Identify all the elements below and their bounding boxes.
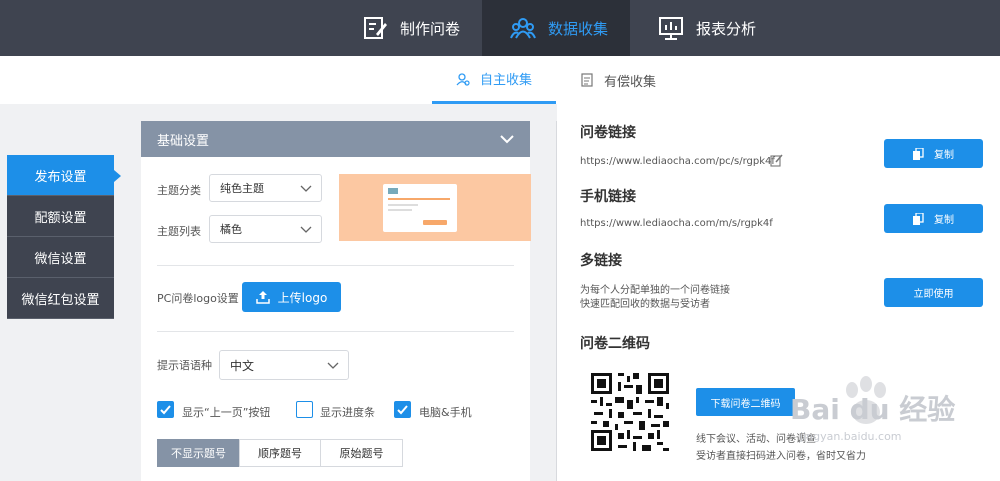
language-select[interactable]: 中文 xyxy=(219,350,349,380)
menu-label: 微信设置 xyxy=(34,251,87,267)
user-search-icon xyxy=(456,72,470,86)
tab-label: 自主收集 xyxy=(479,73,532,88)
divider xyxy=(157,331,514,332)
seg-label: 顺序题号 xyxy=(258,447,302,460)
survey-link-url[interactable]: https://www.lediaocha.com/pc/s/rgpk4f xyxy=(580,156,775,167)
upload-label: 上传logo xyxy=(277,290,328,305)
show-prev-button-checkbox[interactable] xyxy=(157,401,174,418)
mobile-link-title: 手机链接 xyxy=(580,189,636,205)
chevron-down-icon xyxy=(327,362,339,369)
divider xyxy=(157,265,514,266)
menu-item-quota-settings[interactable]: 配额设置 xyxy=(7,196,114,237)
use-now-label: 立即使用 xyxy=(913,289,954,300)
chart-board-icon xyxy=(659,17,683,40)
copy-icon xyxy=(913,147,924,160)
edit-icon[interactable] xyxy=(770,154,783,167)
theme-category-select[interactable]: 纯色主题 xyxy=(209,174,322,202)
show-progress-checkbox[interactable] xyxy=(296,401,313,418)
show-prev-button-label: 显示“上一页”按钮 xyxy=(182,406,271,419)
basic-settings-panel: 基础设置 主题分类 纯色主题 主题列表 橘色 PC问卷logo设置 上传logo… xyxy=(141,121,531,481)
copy-label: 复制 xyxy=(934,150,954,161)
document-icon xyxy=(581,73,593,87)
edit-form-icon xyxy=(364,17,387,39)
use-now-button[interactable]: 立即使用 xyxy=(884,278,983,307)
copy-survey-link-button[interactable]: 复制 xyxy=(884,139,983,168)
tab-label: 有偿收集 xyxy=(604,74,657,90)
tab-self-collect[interactable]: 自主收集 xyxy=(432,56,556,104)
qr-code-title: 问卷二维码 xyxy=(580,336,650,352)
preview-line xyxy=(388,204,418,206)
select-value: 中文 xyxy=(230,358,255,373)
menu-label: 配额设置 xyxy=(34,210,87,226)
show-progress-label: 显示进度条 xyxy=(320,406,375,419)
basic-settings-header[interactable]: 基础设置 xyxy=(141,121,530,157)
multi-link-desc: 快速匹配回收的数据与受访者 xyxy=(580,299,710,310)
multi-link-desc: 为每个人分配单独的一个问卷链接 xyxy=(580,285,730,296)
top-navigation-bar: 制作问卷 数据收集 报表分析 xyxy=(0,0,1000,56)
qr-code-image xyxy=(591,373,669,451)
select-value: 纯色主题 xyxy=(220,182,264,195)
theme-list-label: 主题列表 xyxy=(157,225,201,238)
menu-item-wechat-settings[interactable]: 微信设置 xyxy=(7,237,114,278)
menu-label: 微信红包设置 xyxy=(21,292,100,308)
pc-logo-label: PC问卷logo设置 xyxy=(157,292,239,305)
theme-preview-image xyxy=(339,174,531,241)
preview-button xyxy=(423,220,447,225)
menu-label: 发布设置 xyxy=(34,169,87,185)
copy-label: 复制 xyxy=(934,215,954,226)
preview-bar xyxy=(388,198,450,200)
language-label: 提示语语种 xyxy=(157,359,212,372)
preview-line xyxy=(388,209,412,211)
panel-title: 基础设置 xyxy=(157,133,210,149)
preview-logo xyxy=(388,188,398,194)
numbering-original-button[interactable]: 原始题号 xyxy=(320,439,403,467)
watermark-subtext: jingyan.baidu.com xyxy=(800,430,902,443)
nav-label: 制作问卷 xyxy=(400,19,461,38)
menu-item-wechat-redpacket-settings[interactable]: 微信红包设置 xyxy=(7,278,114,319)
mobile-link-url[interactable]: https://www.lediaocha.com/m/s/rgpk4f xyxy=(580,218,773,229)
theme-list-select[interactable]: 橘色 xyxy=(209,215,322,243)
chevron-down-icon xyxy=(300,226,312,233)
pc-mobile-label: 电脑&手机 xyxy=(419,406,472,419)
numbering-none-button[interactable]: 不显示题号 xyxy=(157,439,240,467)
nav-label: 数据收集 xyxy=(548,19,609,38)
seg-label: 原始题号 xyxy=(339,447,384,460)
left-menu: 发布设置 配额设置 微信设置 微信红包设置 xyxy=(7,155,121,319)
multi-link-title: 多链接 xyxy=(580,253,622,269)
upload-logo-button[interactable]: 上传logo xyxy=(242,282,341,312)
theme-category-label: 主题分类 xyxy=(157,184,201,197)
survey-link-title: 问卷链接 xyxy=(580,125,636,141)
chevron-down-icon[interactable] xyxy=(500,132,514,146)
chevron-down-icon xyxy=(300,185,312,192)
copy-icon xyxy=(913,212,924,225)
watermark-text: Bai du 经验 xyxy=(790,393,956,426)
nav-label: 报表分析 xyxy=(696,19,757,38)
nav-make-survey[interactable]: 制作问卷 xyxy=(362,0,460,56)
upload-icon xyxy=(255,291,270,304)
seg-label: 不显示题号 xyxy=(171,447,226,460)
preview-card xyxy=(383,184,457,232)
pc-mobile-checkbox[interactable] xyxy=(394,401,411,418)
numbering-sequential-button[interactable]: 顺序题号 xyxy=(239,439,321,467)
copy-mobile-link-button[interactable]: 复制 xyxy=(884,204,983,233)
check-icon xyxy=(160,405,171,415)
sub-tab-bar: 自主收集 有偿收集 xyxy=(0,56,1000,104)
nav-report-analysis[interactable]: 报表分析 xyxy=(658,0,756,56)
select-value: 橘色 xyxy=(220,223,242,236)
tab-paid-collect[interactable]: 有偿收集 xyxy=(580,56,656,104)
nav-data-collection[interactable]: 数据收集 xyxy=(482,0,630,56)
menu-item-publish-settings[interactable]: 发布设置 xyxy=(7,155,121,196)
users-icon xyxy=(510,18,536,39)
check-icon xyxy=(397,405,408,415)
